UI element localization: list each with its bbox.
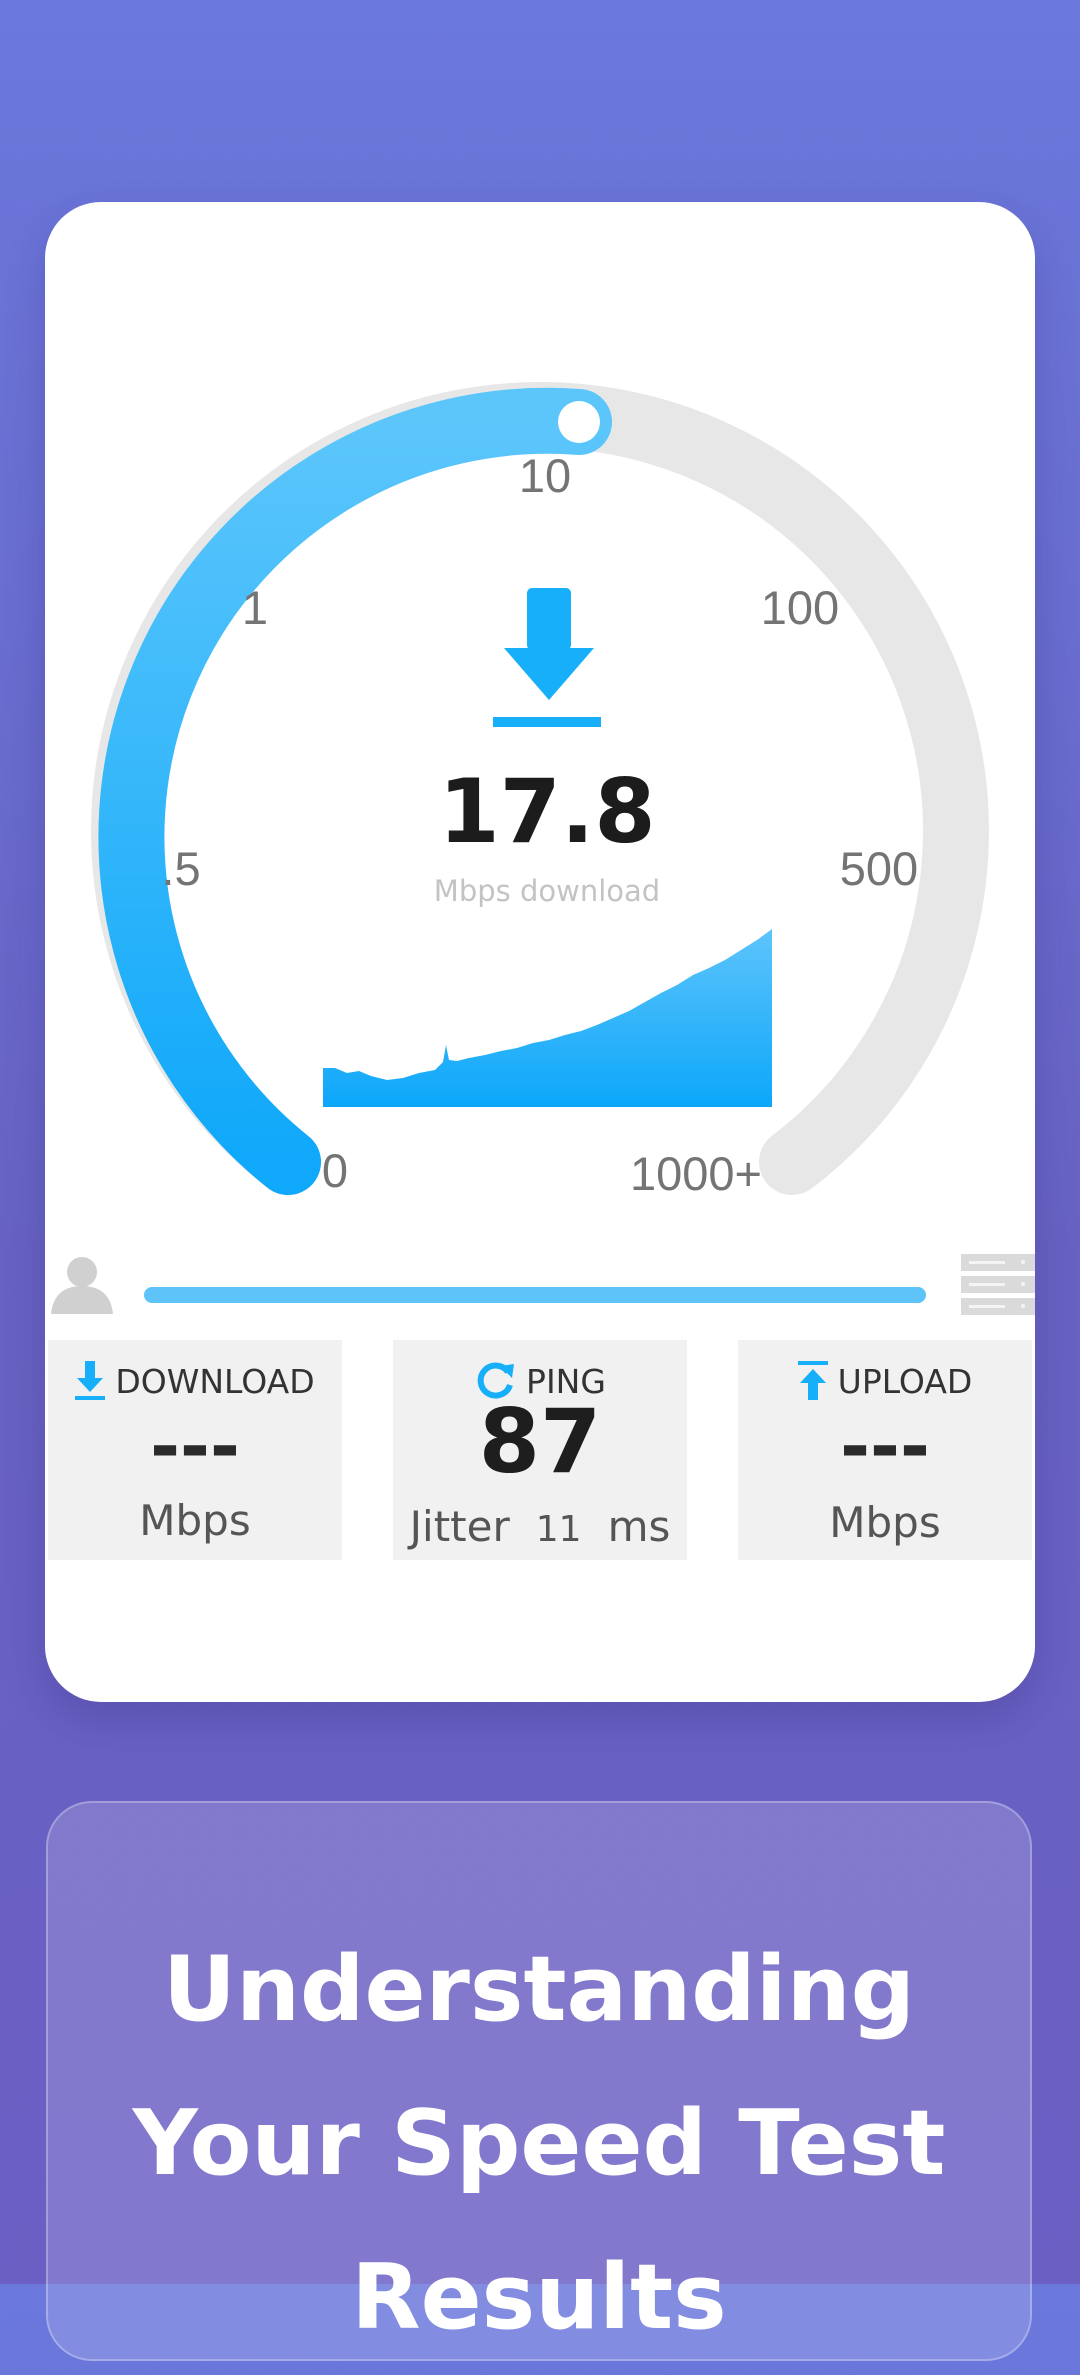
info-card-title: Understanding Your Speed Test Results [132,1937,946,2350]
ping-stat: PING 87 Jitter 11 ms [393,1340,687,1560]
upload-stat-label: UPLOAD [837,1361,973,1401]
download-icon [75,1361,106,1400]
upload-stat-value: --- [840,1404,930,1488]
speed-gauge: 0 .5 1 10 100 500 1000+ 17.8 Mbps downlo… [91,382,989,1200]
upload-stat-unit: Mbps [829,1498,941,1547]
ping-stat-value: 87 [478,1390,602,1493]
download-stat-value: --- [150,1404,240,1488]
ping-unit: ms [607,1502,671,1551]
jitter-row: Jitter 11 ms [393,1502,687,1551]
gauge-tick-05: .5 [161,842,200,895]
jitter-value: 11 [535,1509,582,1550]
download-arrow-icon [493,588,601,727]
gauge-tick-1: 1 [242,581,268,634]
speed-test-card: 0 .5 1 10 100 500 1000+ 17.8 Mbps downlo… [45,202,1035,1702]
gauge-tick-100: 100 [761,581,839,634]
gauge-knob [558,401,600,443]
download-stat-unit: Mbps [139,1496,251,1545]
upload-stat-header: UPLOAD [738,1358,1032,1404]
user-icon [49,1252,115,1316]
server-icon [961,1254,1035,1316]
gauge-tick-0: 0 [322,1144,348,1197]
test-progress-bar [144,1287,926,1303]
current-speed-value: 17.8 [438,760,655,863]
gauge-tick-10: 10 [519,449,571,502]
download-stat: DOWNLOAD --- Mbps [48,1340,342,1560]
download-stat-label: DOWNLOAD [115,1361,315,1401]
gauge-tick-500: 500 [840,842,918,895]
gauge-tick-1000: 1000+ [630,1147,762,1200]
info-card: Understanding Your Speed Test Results [46,1801,1032,2361]
upload-stat: UPLOAD --- Mbps [738,1340,1032,1560]
download-stat-header: DOWNLOAD [48,1358,342,1404]
speed-unit-label: Mbps download [434,874,660,908]
speed-history-graph [323,929,772,1107]
upload-icon [797,1361,828,1400]
jitter-label: Jitter [409,1502,510,1551]
